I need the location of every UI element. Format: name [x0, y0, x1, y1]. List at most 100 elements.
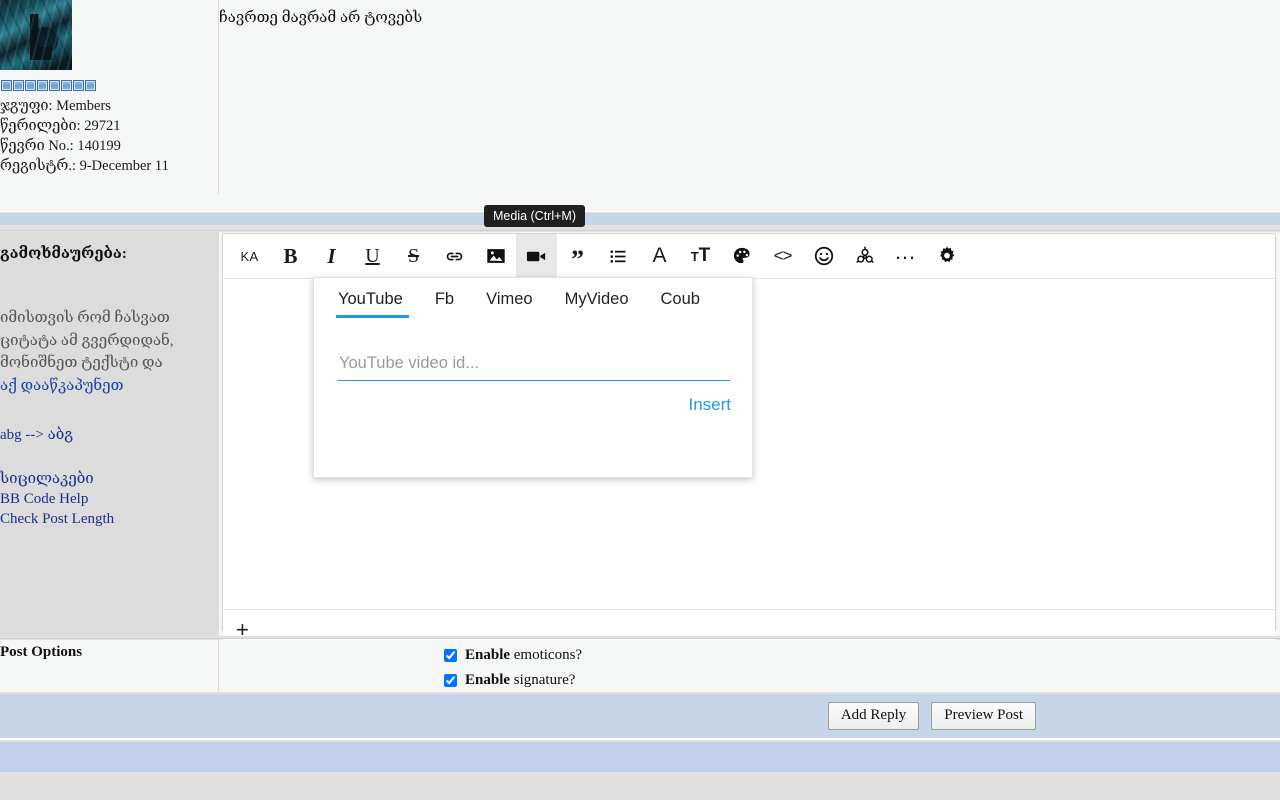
tab-myvideo[interactable]: MyVideo — [549, 290, 645, 318]
strikethrough-button[interactable]: S — [393, 234, 434, 279]
media-popup-tabs: YouTube Fb Vimeo MyVideo Coub — [314, 278, 752, 318]
transliteration-text: abg --> აბგ — [0, 427, 74, 443]
post-message-text: ჩავრთე მავრამ არ ტოვებს — [219, 10, 423, 26]
italic-button[interactable]: I — [311, 234, 352, 279]
text-color-palette-icon[interactable] — [721, 234, 762, 279]
footer-blue-band — [0, 742, 1280, 772]
gear-glyph — [939, 246, 954, 263]
rank-pip — [61, 80, 72, 91]
divider-band-blue — [0, 213, 1280, 225]
biohazard-glyph — [855, 246, 874, 263]
more-options-button[interactable]: … — [885, 234, 926, 279]
rank-pip — [37, 80, 48, 91]
author-member-number: წევრი No.: 140199 — [0, 138, 121, 154]
transliteration-note: abg --> აბგ — [0, 425, 213, 445]
enable-signature-option[interactable]: Enable signature? — [444, 668, 1280, 693]
spoiler-icon[interactable] — [844, 234, 885, 279]
font-family-label: A — [652, 244, 667, 267]
enable-emoticons-rest: emoticons? — [510, 647, 583, 663]
enable-signature-checkbox[interactable] — [444, 674, 457, 687]
media-input-wrap — [314, 318, 752, 381]
options-divider — [0, 636, 1280, 639]
author-post-count: წერილები: 29721 — [0, 118, 121, 134]
form-actions-row: Add Reply Preview Post — [0, 694, 1280, 740]
media-popup: YouTube Fb Vimeo MyVideo Coub Insert — [313, 277, 753, 478]
strikethrough-label: S — [407, 244, 420, 267]
post-options-body: Enable emoticons? Enable signature? — [219, 640, 1280, 692]
post-content: ჩავრთე მავრამ არ ტოვებს — [219, 0, 1280, 194]
underline-button[interactable]: U — [352, 234, 393, 279]
editor-help-links: სიცილაკები BB Code Help Check Post Lengt… — [0, 469, 213, 529]
list-icon[interactable] — [598, 234, 639, 279]
bullet-list-glyph — [610, 249, 626, 263]
rank-pip — [1, 80, 12, 91]
preview-post-button[interactable]: Preview Post — [931, 702, 1036, 730]
divider-band-upper — [0, 194, 1280, 212]
bold-label: B — [283, 243, 298, 268]
author-join-date: რეგისტრ.: 9-December 11 — [0, 158, 169, 174]
quote-hint-line: ციტატა ამ გვერდიდან, — [0, 332, 174, 349]
enable-signature-strong: Enable — [465, 672, 511, 688]
tab-fb[interactable]: Fb — [419, 290, 470, 318]
italic-label: I — [327, 243, 336, 268]
language-ka-label: KA — [240, 248, 259, 264]
youtube-video-id-input[interactable] — [337, 352, 730, 381]
post-options-row: Post Options Enable emoticons? Enable si… — [0, 640, 1280, 693]
reply-section-title: გამოხმაურება: — [0, 246, 127, 262]
bold-button[interactable]: B — [270, 234, 311, 279]
author-meta: ჯგუფი: Members წერილები: 29721 წევრი No.… — [0, 96, 218, 176]
enable-signature-label: Enable signature? — [465, 672, 575, 689]
font-family-button[interactable]: A — [639, 234, 680, 279]
enable-emoticons-option[interactable]: Enable emoticons? — [444, 643, 1280, 668]
enable-emoticons-strong: Enable — [465, 647, 511, 663]
bbcode-help-link[interactable]: BB Code Help — [0, 489, 213, 509]
divider-band-lower — [0, 225, 1280, 231]
rank-pip — [85, 80, 96, 91]
tab-youtube[interactable]: YouTube — [322, 290, 419, 318]
tab-vimeo[interactable]: Vimeo — [470, 290, 548, 318]
post-options-title: Post Options — [0, 640, 219, 692]
footer-gray-band — [0, 772, 1280, 800]
author-group: ჯგუფი: Members — [0, 98, 111, 114]
page-root: ჯგუფი: Members წერილები: 29721 წევრი No.… — [0, 0, 1280, 800]
emoticon-icon[interactable] — [803, 234, 844, 279]
add-reply-button[interactable]: Add Reply — [827, 702, 920, 730]
rank-pip — [73, 80, 84, 91]
quote-hint: იმისთვის რომ ჩასვათ ციტატა ამ გვერდიდან,… — [0, 307, 213, 397]
media-popup-actions: Insert — [314, 381, 752, 415]
editor-toolbar: KA B I U S ” A TT <> … — [223, 233, 1275, 279]
link-glyph — [446, 252, 463, 260]
media-video-icon[interactable] — [516, 233, 557, 279]
underline-label: U — [365, 244, 380, 267]
post-row: ჯგუფი: Members წერილები: 29721 წევრი No.… — [0, 0, 1280, 194]
quote-hint-link[interactable]: აქ დააწკაპუნეთ — [0, 378, 124, 394]
insert-media-button[interactable]: Insert — [688, 395, 731, 415]
video-camera-glyph — [526, 251, 546, 261]
settings-gear-icon[interactable] — [926, 234, 967, 279]
smileys-link[interactable]: სიცილაკები — [0, 469, 213, 489]
font-size-button[interactable]: TT — [680, 234, 721, 279]
editor-side-panel: გამოხმაურება: იმისთვის რომ ჩასვათ ციტატა… — [0, 232, 219, 636]
avatar[interactable] — [0, 0, 72, 70]
media-tooltip: Media (Ctrl+M) — [484, 205, 585, 227]
enable-emoticons-checkbox[interactable] — [444, 649, 457, 662]
post-author-panel: ჯგუფი: Members წერილები: 29721 წევრი No.… — [0, 0, 219, 194]
check-post-length-link[interactable]: Check Post Length — [0, 509, 213, 529]
tab-coub[interactable]: Coub — [645, 290, 716, 318]
enable-emoticons-label: Enable emoticons? — [465, 647, 582, 664]
quote-hint-line: იმისთვის რომ ჩასვათ — [0, 310, 170, 326]
smiley-glyph — [814, 246, 833, 266]
image-icon[interactable] — [475, 234, 516, 279]
image-glyph — [486, 249, 505, 263]
quote-hint-line: მონიშნეთ ტექსტი და — [0, 355, 163, 371]
palette-glyph — [733, 247, 750, 264]
link-icon[interactable] — [434, 234, 475, 279]
language-ka-button[interactable]: KA — [229, 234, 270, 279]
font-size-big-t: T — [698, 245, 711, 266]
source-code-button[interactable]: <> — [762, 234, 803, 279]
font-size-label: TT — [690, 245, 711, 266]
enable-signature-rest: signature? — [510, 672, 576, 688]
quote-button[interactable]: ” — [557, 234, 598, 279]
source-code-label: <> — [773, 246, 793, 265]
member-rank-pips — [0, 80, 218, 91]
